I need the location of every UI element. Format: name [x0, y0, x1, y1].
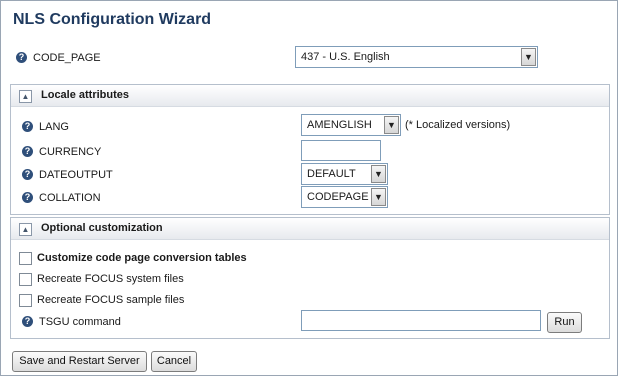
- localized-note: (* Localized versions): [405, 119, 511, 131]
- locale-section-title: Locale attributes: [41, 89, 130, 101]
- recreate-sample-files-label: Recreate FOCUS sample files: [37, 294, 185, 306]
- collapse-icon[interactable]: ▲: [19, 90, 32, 103]
- tsgu-command-input[interactable]: [301, 310, 541, 331]
- help-icon[interactable]: ?: [16, 52, 27, 63]
- save-and-restart-button[interactable]: Save and Restart Server: [12, 351, 147, 372]
- collation-select[interactable]: CODEPAGE ▼: [301, 186, 388, 208]
- chevron-down-icon[interactable]: ▼: [521, 48, 536, 66]
- wizard-frame: NLS Configuration Wizard ? CODE_PAGE 437…: [0, 0, 618, 376]
- chevron-down-icon[interactable]: ▼: [371, 165, 386, 183]
- dateoutput-label: DATEOUTPUT: [39, 169, 113, 181]
- help-icon[interactable]: ?: [22, 121, 33, 132]
- collation-label: COLLATION: [39, 192, 101, 204]
- page-title: NLS Configuration Wizard: [13, 11, 212, 28]
- code-page-select[interactable]: 437 - U.S. English ▼: [295, 46, 538, 68]
- help-icon[interactable]: ?: [22, 146, 33, 157]
- customize-tables-checkbox[interactable]: [19, 252, 32, 265]
- code-page-label: CODE_PAGE: [33, 52, 101, 64]
- lang-label: LANG: [39, 121, 69, 133]
- lang-select[interactable]: AMENGLISH ▼: [301, 114, 401, 136]
- dateoutput-select[interactable]: DEFAULT ▼: [301, 163, 388, 185]
- collation-value: CODEPAGE: [307, 191, 369, 203]
- chevron-down-icon[interactable]: ▼: [371, 188, 386, 206]
- cancel-button[interactable]: Cancel: [151, 351, 197, 372]
- dateoutput-value: DEFAULT: [307, 168, 356, 180]
- recreate-system-files-checkbox[interactable]: [19, 273, 32, 286]
- help-icon[interactable]: ?: [22, 192, 33, 203]
- help-icon[interactable]: ?: [22, 316, 33, 327]
- recreate-sample-files-checkbox[interactable]: [19, 294, 32, 307]
- lang-value: AMENGLISH: [307, 119, 372, 131]
- run-button[interactable]: Run: [547, 312, 582, 333]
- optional-section-title: Optional customization: [41, 222, 163, 234]
- code-page-value: 437 - U.S. English: [301, 51, 390, 63]
- currency-label: CURRENCY: [39, 146, 102, 158]
- tsgu-label: TSGU command: [39, 316, 121, 328]
- chevron-down-icon[interactable]: ▼: [384, 116, 399, 134]
- help-icon[interactable]: ?: [22, 169, 33, 180]
- locale-section-header: ▲ Locale attributes: [11, 85, 609, 107]
- optional-section-header: ▲ Optional customization: [11, 218, 609, 240]
- currency-input[interactable]: [301, 140, 381, 161]
- customize-tables-label: Customize code page conversion tables: [37, 252, 247, 264]
- collapse-icon[interactable]: ▲: [19, 223, 32, 236]
- recreate-system-files-label: Recreate FOCUS system files: [37, 273, 184, 285]
